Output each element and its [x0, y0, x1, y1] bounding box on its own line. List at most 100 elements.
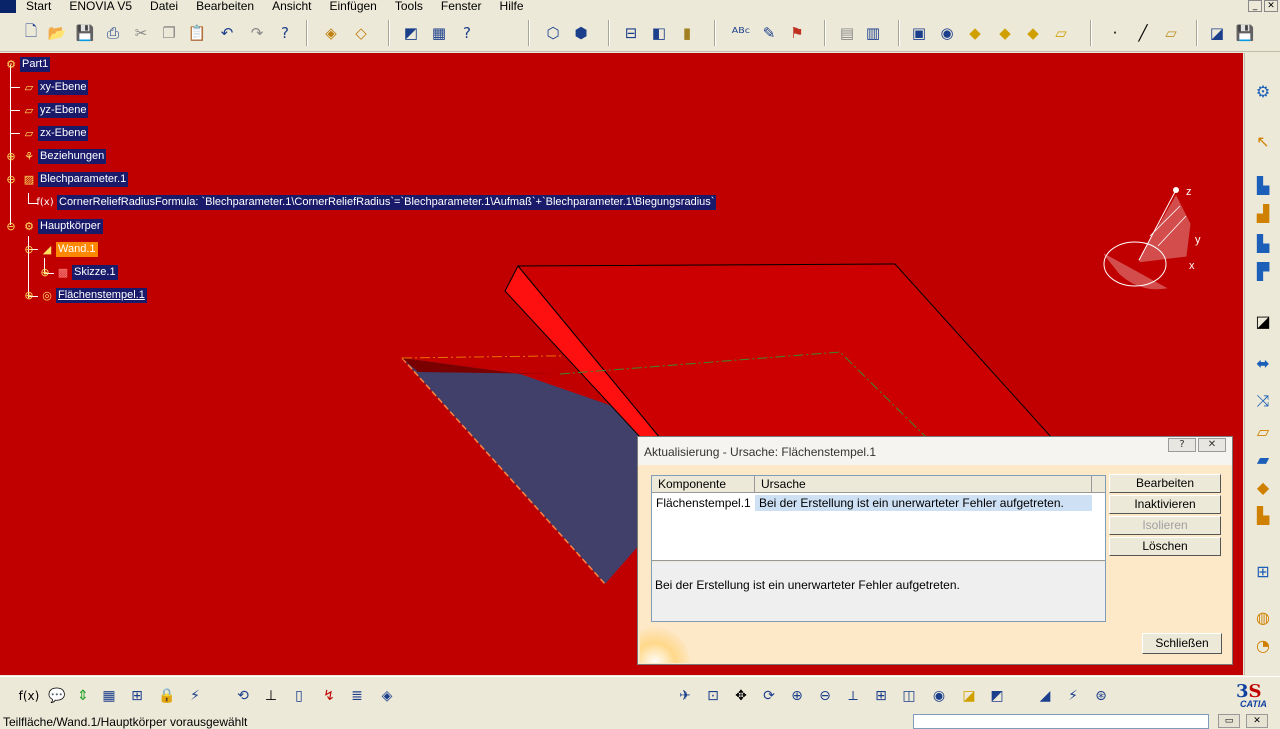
spell-icon[interactable]: ᴬᴮᶜ [730, 22, 752, 44]
multi-view-icon[interactable]: ⊞ [870, 685, 892, 707]
rotate-icon[interactable]: ⟳ [758, 685, 780, 707]
update-icon[interactable]: ⟲ [232, 685, 254, 707]
command-input[interactable] [913, 714, 1209, 729]
corner-relief-icon[interactable]: ◍ [1251, 605, 1275, 629]
part-icon[interactable]: ▦ [428, 22, 450, 44]
menu-fenster[interactable]: Fenster [441, 0, 482, 13]
tree-node-zx-plane[interactable]: ▱ zx-Ebene [20, 125, 89, 141]
expand-icon[interactable]: ⊕ [36, 264, 54, 280]
fly-icon[interactable]: ✈ [674, 685, 696, 707]
paste-icon[interactable]: 📋 [186, 22, 208, 44]
table-icon[interactable]: ▦ [98, 685, 120, 707]
collapse-icon[interactable]: ⊖ [20, 241, 38, 257]
swap-icon[interactable]: ▥ [862, 22, 884, 44]
plane-surface-icon[interactable]: ▱ [1050, 22, 1072, 44]
whats-this-icon[interactable]: ? [274, 22, 296, 44]
formula-icon[interactable]: f(x) [18, 685, 40, 707]
save-icon[interactable]: 💾 [74, 22, 96, 44]
tree-node-yz-plane[interactable]: ▱ yz-Ebene [20, 102, 89, 118]
expand-icon[interactable]: ⊕ [20, 287, 38, 303]
cutout-icon[interactable]: ▰ [1251, 447, 1275, 471]
hide-show-icon[interactable]: ◪ [958, 685, 980, 707]
macro-icon[interactable]: ⚡ [184, 685, 206, 707]
shading-icon[interactable]: ◉ [928, 685, 950, 707]
iso-view-icon[interactable]: ◫ [898, 685, 920, 707]
inertia-icon[interactable]: ◧ [648, 22, 670, 44]
normal-view-icon[interactable]: ⟂ [842, 685, 864, 707]
tree-node-surface-stamp[interactable]: ⊕ ◎ Flächenstempel.1 [20, 287, 147, 303]
undo-icon[interactable]: ↶ [216, 22, 238, 44]
status-close-icon[interactable]: ✕ [1246, 714, 1268, 728]
close-button[interactable]: Schließen [1142, 633, 1222, 654]
axis-icon[interactable]: ⊥ [260, 685, 282, 707]
tree-node-part1[interactable]: ⚙ Part1 [2, 56, 51, 72]
deactivate-button[interactable]: Inaktivieren [1109, 495, 1221, 514]
menu-bearbeiten[interactable]: Bearbeiten [196, 0, 254, 13]
assembly-icon[interactable]: ⬢ [570, 22, 592, 44]
menu-hilfe[interactable]: Hilfe [500, 0, 524, 13]
collapse-icon[interactable]: ⊖ [2, 218, 20, 234]
dialog-close-icon[interactable]: ✕ [1198, 438, 1226, 452]
query-icon[interactable]: ? [456, 22, 478, 44]
unfold-icon[interactable]: ⤨ [1251, 389, 1275, 413]
design-table-icon[interactable]: ⊞ [126, 685, 148, 707]
render-icon[interactable]: ◆ [964, 22, 986, 44]
sheetmetal-params-icon[interactable]: ⚙ [1251, 79, 1275, 103]
plane-tool-icon[interactable]: ▱ [1160, 22, 1182, 44]
normal-view-icon[interactable]: ▣ [908, 22, 930, 44]
pan-icon[interactable]: ✥ [730, 685, 752, 707]
tree-node-relations[interactable]: ⊕ ⚘ Beziehungen [2, 148, 107, 164]
swap-space-icon[interactable]: ◩ [986, 685, 1008, 707]
annotation-icon[interactable]: ⚑ [786, 22, 808, 44]
constraint-icon[interactable]: ↯ [318, 685, 340, 707]
minimize-icon[interactable]: _ [1248, 0, 1262, 12]
compass-icon[interactable]: z y x [1103, 186, 1201, 290]
measure-icon[interactable]: ⊟ [620, 22, 642, 44]
menu-tools[interactable]: Tools [395, 0, 423, 13]
settings-icon[interactable]: ⊛ [1090, 685, 1112, 707]
wall-icon[interactable]: ▙ [1251, 173, 1275, 197]
fold-icon[interactable]: ▱ [1251, 419, 1275, 443]
table-row[interactable]: Flächenstempel.1 Bei der Erstellung ist … [652, 495, 1105, 511]
expand-icon[interactable]: ⊕ [2, 148, 20, 164]
pattern-icon[interactable]: ⊞ [1251, 559, 1275, 583]
delete-button[interactable]: Löschen [1109, 537, 1221, 556]
menu-ansicht[interactable]: Ansicht [272, 0, 311, 13]
print-icon[interactable]: ⎙ [102, 22, 124, 44]
bend-icon[interactable]: ⬌ [1251, 351, 1275, 375]
menu-einfuegen[interactable]: Einfügen [329, 0, 376, 13]
select-icon[interactable]: ↖ [1251, 129, 1275, 153]
hole-icon[interactable]: ◆ [1251, 475, 1275, 499]
redo-icon[interactable]: ↷ [246, 22, 268, 44]
cut-icon[interactable]: ✂ [130, 22, 152, 44]
view-mode-icon[interactable]: ◉ [936, 22, 958, 44]
stamp-icon[interactable]: ▙ [1251, 503, 1275, 527]
copy-icon[interactable]: ❐ [158, 22, 180, 44]
close-window-icon[interactable]: ✕ [1264, 0, 1278, 12]
help-button[interactable]: ? [1168, 438, 1196, 452]
new-icon[interactable]: 🗋 [20, 22, 42, 44]
flange-icon[interactable]: ▙ [1251, 231, 1275, 255]
tree-node-formula[interactable]: f(x) CornerReliefRadiusFormula: `Blechpa… [36, 194, 717, 210]
collapse-icon[interactable]: ⊖ [2, 171, 20, 187]
hide-icon[interactable]: ▤ [836, 22, 858, 44]
window-mode-icon[interactable]: ▭ [1218, 714, 1240, 728]
edges-icon[interactable]: ◆ [1022, 22, 1044, 44]
fit-all-icon[interactable]: ⊡ [702, 685, 724, 707]
tree-node-main-body[interactable]: ⊖ ⚙ Hauptkörper [2, 218, 103, 234]
tree-node-sketch[interactable]: ⊕ ▩ Skizze.1 [36, 264, 118, 280]
tree-node-sheetmetal-params[interactable]: ⊖ ▨ Blechparameter.1 [2, 171, 129, 187]
zoom-out-icon[interactable]: ⊖ [814, 685, 836, 707]
body-icon[interactable]: ▯ [288, 685, 310, 707]
shading-icon[interactable]: ◆ [994, 22, 1016, 44]
menu-datei[interactable]: Datei [150, 0, 178, 13]
catalog-browser-icon[interactable]: ◇ [350, 22, 372, 44]
tree-node-xy-plane[interactable]: ▱ xy-Ebene [20, 79, 89, 95]
material-icon[interactable]: ◢ [1034, 685, 1056, 707]
catalog-icon[interactable]: ◈ [320, 22, 342, 44]
wall-on-edge-icon[interactable]: ▟ [1251, 201, 1275, 225]
save-management-icon[interactable]: 💾 [1234, 22, 1256, 44]
line-icon[interactable]: ╱ [1132, 22, 1154, 44]
lock-icon[interactable]: 🔒 [156, 685, 178, 707]
knowledge-icon[interactable]: ⇕ [72, 685, 94, 707]
